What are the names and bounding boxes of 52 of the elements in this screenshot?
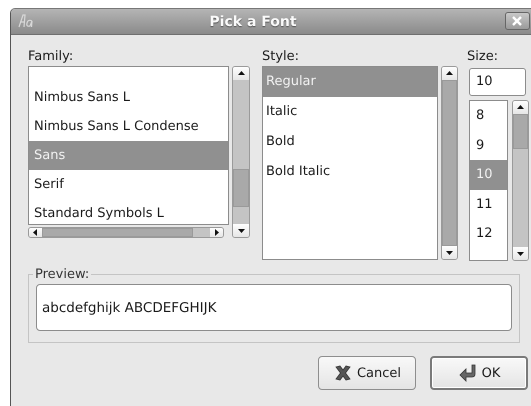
font-family-list[interactable]: Nimbus Sans L Nimbus Sans L Condense Sans Serif Standard Symbols L — [28, 66, 229, 225]
list-item[interactable]: Bold Italic — [263, 157, 437, 187]
field-label: Size: — [467, 49, 500, 66]
left-arrow-icon — [32, 229, 39, 236]
scrollbar[interactable] — [28, 227, 224, 238]
cancel-button[interactable]: Cancel — [318, 356, 416, 390]
preview-label: Preview: — [34, 267, 90, 282]
list-item[interactable]: 12 — [470, 219, 507, 248]
scrollbar-thumb[interactable] — [442, 80, 457, 246]
field-label: Family: — [28, 49, 74, 66]
list-item[interactable]: 11 — [470, 190, 507, 219]
font-style-list[interactable]: Regular Italic Bold Bold Italic — [262, 66, 438, 260]
list-item[interactable]: Bold — [263, 127, 437, 157]
scroll-left-button[interactable] — [29, 228, 42, 237]
down-arrow-icon — [446, 249, 453, 256]
scroll-down-button[interactable] — [233, 224, 249, 237]
size-field[interactable]: 10 — [469, 68, 526, 96]
cross-icon — [332, 363, 353, 383]
up-arrow-icon — [517, 104, 524, 111]
field-label: Style: — [262, 49, 300, 66]
list-item[interactable]: Nimbus Sans L Condense — [29, 112, 228, 141]
scroll-up-button[interactable] — [442, 67, 457, 80]
font-icon — [18, 14, 34, 28]
close-icon — [512, 16, 522, 26]
scroll-down-button[interactable] — [513, 247, 528, 260]
right-arrow-icon — [213, 229, 220, 236]
scroll-up-button[interactable] — [513, 101, 528, 114]
list-item[interactable]: 9 — [470, 130, 507, 160]
list-item[interactable]: Italic — [263, 97, 437, 127]
scrollbar[interactable] — [512, 100, 529, 261]
scroll-right-button[interactable] — [210, 228, 223, 237]
scroll-up-button[interactable] — [233, 67, 249, 80]
scrollbar-thumb[interactable] — [42, 228, 194, 237]
up-arrow-icon — [238, 70, 244, 77]
scrollbar[interactable] — [441, 66, 458, 260]
preview-field[interactable]: abcdefghijk ABCDEFGHIJK — [36, 284, 512, 331]
up-arrow-icon — [446, 70, 453, 77]
scroll-down-button[interactable] — [442, 246, 457, 259]
scrollbar-thumb[interactable] — [513, 114, 528, 149]
list-item[interactable]: Standard Symbols L — [29, 199, 228, 224]
return-arrow-icon — [458, 363, 478, 383]
scrollbar-thumb[interactable] — [233, 169, 249, 207]
ok-button[interactable]: OK — [430, 356, 528, 390]
window-title: Pick a Font — [209, 14, 297, 30]
list-item[interactable]: 8 — [470, 101, 507, 130]
font-size-list[interactable]: 8 9 10 11 12 — [469, 100, 508, 261]
down-arrow-icon — [238, 227, 244, 234]
list-item[interactable]: Nimbus Sans L — [29, 83, 228, 112]
down-arrow-icon — [517, 250, 524, 257]
close-button[interactable] — [505, 12, 530, 30]
scrollbar[interactable] — [232, 66, 250, 238]
list-item[interactable]: Serif — [29, 170, 228, 199]
